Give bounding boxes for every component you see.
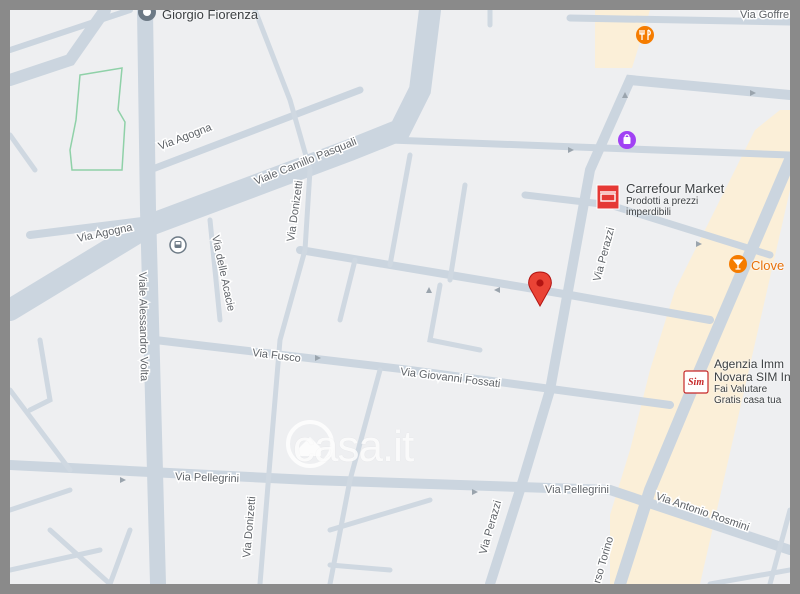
cocktail-icon[interactable] — [729, 255, 747, 273]
store-icon[interactable] — [596, 184, 620, 210]
restaurant-icon[interactable] — [636, 26, 654, 44]
street-label-pellegrini-left: Via Pellegrini — [175, 471, 239, 485]
agency-logo-icon[interactable]: Sim — [683, 370, 709, 394]
road-nw-small — [10, 10, 133, 53]
place-label-giorgio[interactable]: Giorgio Fiorenza — [162, 10, 258, 21]
poi-agency-line4: Gratis casa tua — [714, 395, 782, 406]
bus-stop-icon[interactable] — [169, 236, 187, 254]
poi-carrefour[interactable]: Carrefour Market Prodotti a prezzi imper… — [626, 181, 725, 219]
map-frame[interactable]: Via Goffre Via Agogna Via Agogna Viale C… — [10, 10, 790, 584]
street-label-donizetti-upper: Via Donizetti — [285, 180, 305, 243]
poi-agency-line3: Fai Valutare — [714, 384, 768, 395]
road-marker-street — [296, 246, 714, 324]
street-label-perazzi-upper: Via Perazzi — [591, 226, 617, 283]
park-outline — [69, 67, 126, 171]
poi-agency-line2: Novara SIM In — [714, 370, 790, 384]
map-canvas[interactable]: Via Goffre Via Agogna Via Agogna Viale C… — [10, 10, 790, 584]
shopping-icon[interactable] — [618, 131, 636, 149]
street-label-fossati: Via Giovanni Fossati — [400, 366, 501, 390]
poi-agency[interactable]: Agenzia Imm Novara SIM In Fai Valutare G… — [714, 358, 790, 407]
agency-logo-text: Sim — [688, 377, 704, 388]
poi-carrefour-line1: Prodotti a prezzi — [626, 196, 699, 207]
street-label-volta: Viale Alessandro Volta — [136, 272, 150, 382]
watermark-text: casa.it — [293, 422, 414, 471]
street-label-goffredo: Via Goffre — [740, 10, 789, 21]
poi-carrefour-line2: imperdibili — [626, 207, 672, 218]
poi-carrefour-title: Carrefour Market — [626, 181, 725, 196]
street-label-donizetti-lower: Via Donizetti — [241, 496, 258, 558]
street-label-pellegrini-right: Via Pellegrini — [545, 484, 609, 496]
poi-clover[interactable]: Clove — [751, 259, 784, 272]
location-pin-icon[interactable] — [528, 271, 552, 308]
road-cross-upper — [386, 136, 790, 159]
